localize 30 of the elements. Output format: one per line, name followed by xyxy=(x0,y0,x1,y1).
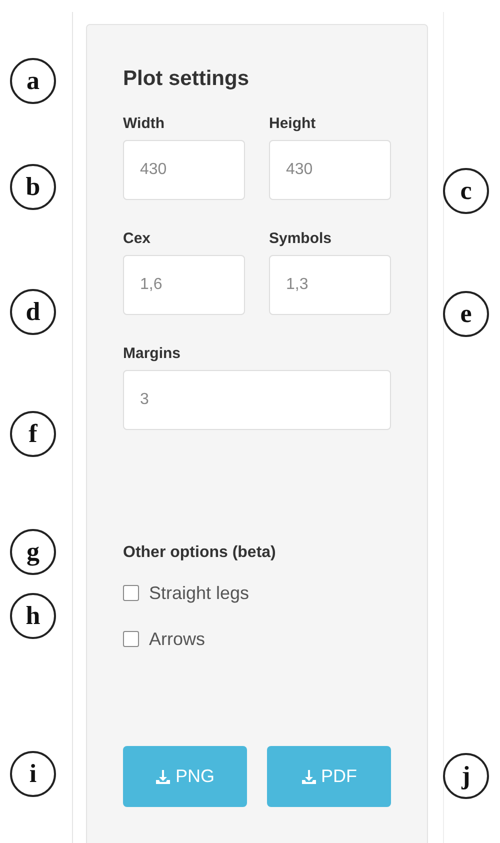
section-title: Other options (beta) xyxy=(123,544,277,562)
input-field[interactable]: 3 xyxy=(123,370,391,430)
download-button[interactable]: PNG xyxy=(123,746,247,807)
download-button[interactable]: PDF xyxy=(267,746,391,807)
panel-title: Plot settings xyxy=(123,67,250,91)
checkbox[interactable] xyxy=(123,585,139,601)
input-field[interactable]: 1,3 xyxy=(269,255,391,315)
option-label: Straight legs xyxy=(149,582,250,604)
callout-label: g xyxy=(10,529,56,575)
field-label: Cex xyxy=(123,230,152,247)
input-field[interactable]: 430 xyxy=(123,140,245,200)
callout-label: h xyxy=(10,593,56,639)
field-label: Width xyxy=(123,115,166,132)
option-label: Arrows xyxy=(149,628,206,650)
callout-label: b xyxy=(10,164,56,210)
download-icon xyxy=(301,768,317,784)
callout-label: a xyxy=(10,58,56,104)
callout-label: e xyxy=(443,291,489,337)
checkbox[interactable] xyxy=(123,631,139,647)
callout-label: i xyxy=(10,751,56,797)
callout-label: d xyxy=(10,289,56,335)
callout-label: c xyxy=(443,168,489,214)
field-label: Margins xyxy=(123,345,182,362)
download-icon xyxy=(155,768,172,784)
callout-label: j xyxy=(443,753,489,799)
callout-label: f xyxy=(10,411,56,457)
field-label: Height xyxy=(269,115,317,132)
input-field[interactable]: 430 xyxy=(269,140,391,200)
input-field[interactable]: 1,6 xyxy=(123,255,245,315)
field-label: Symbols xyxy=(269,230,333,247)
